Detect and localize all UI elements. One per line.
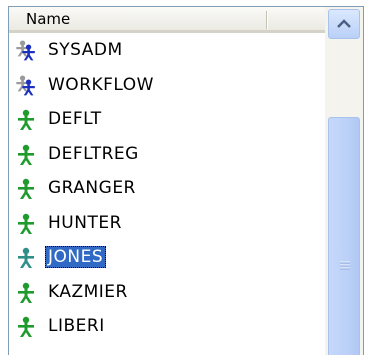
user-green-icon	[15, 282, 37, 304]
list-item-label: WORKFLOW	[48, 75, 154, 95]
list-item[interactable]: JONES	[9, 240, 325, 274]
list-item-label: SYSADM	[48, 40, 123, 60]
list-item[interactable]: GRANGER	[9, 171, 325, 205]
list-item-label: DEFLT	[48, 109, 102, 129]
list-item[interactable]: WORKFLOW	[9, 68, 325, 102]
list-item-label: GRANGER	[48, 178, 136, 198]
user-blue-grey-icon	[15, 75, 37, 97]
list-item[interactable]: DEFLTREG	[9, 137, 325, 171]
user-green-icon	[15, 178, 37, 200]
user-list[interactable]: Name SYSADM WORKFLOW DEFLT DEFLTREG GRANGER H…	[8, 6, 364, 355]
list-item[interactable]: HUNTER	[9, 206, 325, 240]
column-divider[interactable]	[266, 11, 268, 29]
list-item-label: KAZMIER	[48, 282, 128, 302]
list-item-label: HUNTER	[48, 213, 122, 233]
user-blue-grey-icon	[15, 40, 37, 62]
grip-icon	[340, 261, 350, 270]
list-item[interactable]: LIBERI	[9, 309, 325, 343]
user-teal-icon	[15, 247, 37, 269]
scroll-thumb[interactable]	[328, 117, 360, 355]
list-item-label: LIBERI	[48, 316, 105, 336]
list-item[interactable]: SYSADM	[9, 33, 325, 67]
scroll-up-button[interactable]	[328, 9, 360, 39]
vertical-scrollbar[interactable]	[325, 7, 363, 355]
user-green-icon	[15, 213, 37, 235]
chevron-up-icon	[337, 19, 351, 28]
user-green-icon	[15, 316, 37, 338]
list-item[interactable]: DEFLT	[9, 102, 325, 136]
list-item-label: JONES	[45, 246, 107, 268]
list-item-label: DEFLTREG	[48, 144, 139, 164]
column-header-label: Name	[26, 10, 71, 28]
user-green-icon	[15, 109, 37, 131]
user-green-icon	[15, 144, 37, 166]
column-header-name[interactable]: Name	[9, 7, 325, 33]
list-item[interactable]: KAZMIER	[9, 275, 325, 309]
